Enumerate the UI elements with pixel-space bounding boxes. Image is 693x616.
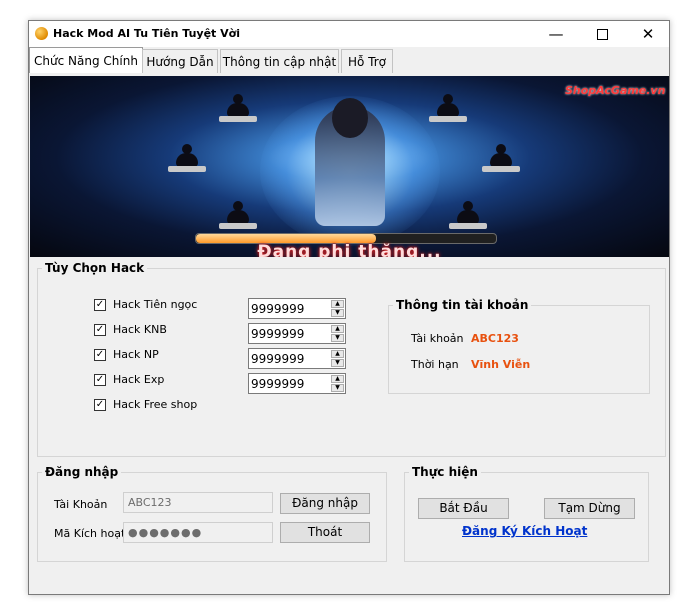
spin-down-icon[interactable]: ▼ [331,309,344,317]
execute-title: Thực hiện [412,465,478,479]
banner-image: ShopAcGame.vn Đang phi thăng... [30,76,669,257]
meditator-icon [168,144,206,172]
meditator-icon [219,94,257,122]
spin-up-icon[interactable]: ▲ [331,350,344,358]
tab-strip: Chức Năng Chính Hướng Dẫn Thông tin cập … [29,47,669,73]
meditator-icon [429,94,467,122]
maximize-button[interactable] [579,21,625,47]
spin-up-icon[interactable]: ▲ [331,300,344,308]
app-window: Hack Mod AI Tu Tiên Tuyệt Vời — ✕ Chức N… [28,20,670,595]
tien-ngoc-amount-stepper[interactable]: 9999999 ▲ ▼ [248,298,346,319]
register-activation-link[interactable]: Đăng Ký Kích Hoạt [462,524,587,538]
check-icon: ✓ [94,324,106,336]
banner-caption: Đang phi thăng... [257,242,442,257]
tab-support[interactable]: Hỗ Trợ [341,49,393,73]
activation-code-input[interactable]: ●●●●●●● [123,522,273,543]
banner-watermark: ShopAcGame.vn [565,84,666,97]
title-bar: Hack Mod AI Tu Tiên Tuyệt Vời — ✕ [29,21,669,47]
meditator-icon [482,144,520,172]
check-icon: ✓ [94,299,106,311]
login-account-label: Tài Khoản [54,498,108,511]
hack-options-title: Tùy Chọn Hack [45,261,145,275]
spin-down-icon[interactable]: ▼ [331,359,344,367]
login-title: Đăng nhập [45,465,119,479]
check-icon: ✓ [94,399,106,411]
account-label: Tài khoản [411,332,464,345]
app-icon [35,27,48,40]
pause-button[interactable]: Tạm Dừng [544,498,635,519]
account-value: ABC123 [471,332,519,345]
exp-amount-stepper[interactable]: 9999999 ▲ ▼ [248,373,346,394]
meditator-icon [449,201,487,229]
minimize-button[interactable]: — [533,21,579,47]
tab-main-functions[interactable]: Chức Năng Chính [29,47,143,73]
window-title: Hack Mod AI Tu Tiên Tuyệt Vời [53,27,240,40]
tab-guide[interactable]: Hướng Dẫn [142,49,218,73]
tab-update-info[interactable]: Thông tin cập nhật [220,49,339,73]
close-button[interactable]: ✕ [625,21,671,47]
maximize-icon [596,29,608,40]
duration-value: Vĩnh Viễn [471,358,531,371]
meditator-icon [219,201,257,229]
spin-up-icon[interactable]: ▲ [331,325,344,333]
spin-up-icon[interactable]: ▲ [331,375,344,383]
login-account-input[interactable]: ABC123 [123,492,273,513]
activation-code-label: Mã Kích hoạt [54,527,126,540]
check-icon: ✓ [94,374,106,386]
account-info-title: Thông tin tài khoản [396,298,529,312]
account-info-group: Thông tin tài khoản [388,298,650,394]
login-button[interactable]: Đăng nhập [280,493,370,514]
knb-amount-stepper[interactable]: 9999999 ▲ ▼ [248,323,346,344]
np-amount-stepper[interactable]: 9999999 ▲ ▼ [248,348,346,369]
spin-down-icon[interactable]: ▼ [331,384,344,392]
check-icon: ✓ [94,349,106,361]
duration-label: Thời hạn [411,358,459,371]
exit-button[interactable]: Thoát [280,522,370,543]
start-button[interactable]: Bắt Đầu [418,498,509,519]
spin-down-icon[interactable]: ▼ [331,334,344,342]
banner-character-head [332,98,368,138]
